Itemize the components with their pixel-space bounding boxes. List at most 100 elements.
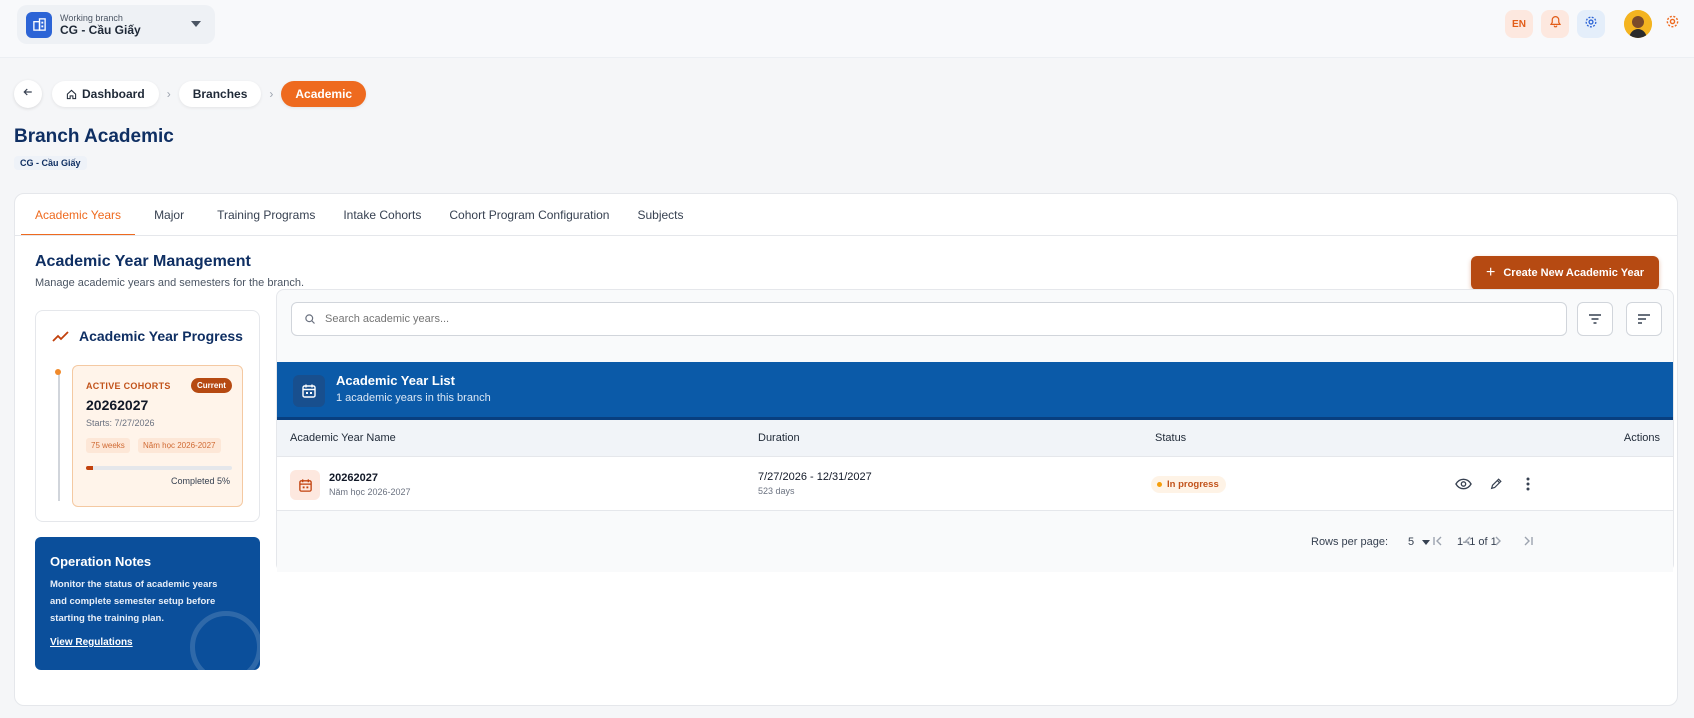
ops-text: Monitor the status of academic years and… (50, 579, 218, 624)
progress-bar (86, 466, 232, 470)
last-page-icon (1522, 535, 1534, 547)
ops-title: Operation Notes (50, 554, 152, 569)
next-page-button[interactable] (1489, 532, 1507, 550)
progress-title: Academic Year Progress (79, 328, 243, 344)
column-header-status[interactable]: Status (1155, 432, 1186, 444)
sort-icon (1637, 313, 1651, 325)
academic-year-name: 20262027 (329, 472, 378, 484)
gear-icon (1665, 14, 1680, 34)
tab-major[interactable]: Major (135, 194, 203, 235)
first-page-icon (1432, 535, 1444, 547)
edit-button[interactable] (1486, 474, 1506, 494)
search-input[interactable] (325, 313, 1525, 325)
table-header: Academic Year Name Duration Status Actio… (277, 420, 1673, 457)
active-cohort-box[interactable]: ACTIVE COHORTS Current 20262027 Starts: … (72, 365, 243, 507)
academic-year-subname: Năm học 2026-2027 (329, 487, 411, 497)
tab-bar: Academic Years Major Training Programs I… (21, 194, 698, 236)
calendar-icon (290, 470, 320, 500)
breadcrumb-dashboard[interactable]: Dashboard (52, 81, 159, 107)
bell-icon (1549, 15, 1562, 33)
pencil-icon (1489, 477, 1503, 491)
section-title: Academic Year Management (35, 253, 251, 270)
pagination: Rows per page: 5 1–1 of 1 (277, 512, 1673, 572)
breadcrumb-label: Dashboard (82, 87, 145, 101)
chevron-left-icon (1462, 535, 1474, 547)
branch-switcher[interactable]: Working branch CG - Cầu Giấy (17, 5, 215, 44)
main-card: Academic Years Major Training Programs I… (14, 193, 1678, 706)
sort-button[interactable] (1626, 302, 1662, 336)
column-header-duration[interactable]: Duration (758, 432, 800, 444)
view-regulations-link[interactable]: View Regulations (50, 637, 133, 648)
search-icon (304, 313, 316, 325)
app-settings-button[interactable] (1658, 10, 1686, 38)
first-page-button[interactable] (1429, 532, 1447, 550)
search-box[interactable] (291, 302, 1567, 336)
chevron-right-icon (1492, 535, 1504, 547)
branch-label: Working branch (60, 12, 123, 23)
section-subtitle: Manage academic years and semesters for … (35, 277, 305, 289)
rows-per-page-select[interactable]: 5 (1408, 536, 1414, 548)
filter-button[interactable] (1577, 302, 1613, 336)
notifications-button[interactable] (1541, 10, 1569, 38)
chevron-down-icon (191, 21, 201, 27)
back-button[interactable] (14, 80, 42, 108)
eye-icon (1454, 478, 1472, 490)
top-bar: Working branch CG - Cầu Giấy EN (0, 0, 1694, 58)
timeline-dot (55, 369, 61, 375)
tab-subjects[interactable]: Subjects (623, 194, 697, 235)
tab-training-programs[interactable]: Training Programs (203, 194, 329, 235)
tab-intake-cohorts[interactable]: Intake Cohorts (329, 194, 435, 235)
create-button-label: Create New Academic Year (1503, 267, 1644, 279)
gear-icon (1584, 15, 1598, 34)
duration-days: 523 days (758, 486, 795, 496)
create-academic-year-button[interactable]: + Create New Academic Year (1471, 256, 1659, 290)
tabs-divider (15, 235, 1677, 236)
rows-per-page-label: Rows per page: (1311, 536, 1389, 548)
more-vertical-icon (1526, 477, 1530, 491)
avatar[interactable] (1624, 10, 1652, 38)
school-year-tag: Năm học 2026-2027 (138, 438, 221, 453)
cohort-start-date: Starts: 7/27/2026 (86, 418, 155, 428)
tab-cohort-program-configuration[interactable]: Cohort Program Configuration (435, 194, 623, 235)
breadcrumb-academic[interactable]: Academic (281, 81, 367, 107)
academic-year-list-panel: Academic Year List 1 academic years in t… (276, 289, 1674, 572)
list-title: Academic Year List (336, 373, 455, 388)
filter-icon (1588, 313, 1602, 325)
current-badge: Current (191, 378, 232, 393)
home-icon (66, 89, 77, 100)
branch-name: CG - Cầu Giấy (60, 22, 141, 37)
chevron-right-icon: › (166, 87, 171, 101)
cohort-label: ACTIVE COHORTS (86, 381, 171, 391)
plus-icon: + (1486, 264, 1496, 281)
more-options-button[interactable] (1518, 474, 1538, 494)
academic-year-progress-card: Academic Year Progress ACTIVE COHORTS Cu… (35, 310, 260, 522)
column-header-name[interactable]: Academic Year Name (290, 432, 396, 444)
status-badge: In progress (1151, 476, 1226, 493)
previous-page-button[interactable] (1459, 532, 1477, 550)
status-dot (1157, 482, 1162, 487)
settings-button[interactable] (1577, 10, 1605, 38)
view-button[interactable] (1453, 474, 1473, 494)
status-label: In progress (1167, 479, 1219, 490)
breadcrumb: Dashboard › Branches › Academic (14, 80, 367, 108)
language-button[interactable]: EN (1505, 10, 1533, 38)
chevron-right-icon: › (269, 87, 274, 101)
table-row[interactable]: 20262027 Năm học 2026-2027 7/27/2026 - 1… (277, 457, 1673, 511)
arrow-left-icon (22, 85, 34, 103)
progress-fill (86, 466, 94, 470)
completed-text: Completed 5% (170, 476, 230, 486)
page-title: Branch Academic (14, 126, 174, 147)
trending-up-icon (52, 330, 70, 348)
cohort-year: 20262027 (86, 397, 149, 413)
list-header: Academic Year List 1 academic years in t… (277, 362, 1673, 420)
tab-academic-years[interactable]: Academic Years (21, 194, 136, 236)
weeks-tag: 75 weeks (86, 438, 130, 453)
last-page-button[interactable] (1519, 532, 1537, 550)
building-icon (26, 11, 52, 38)
calendar-icon (293, 375, 325, 407)
column-header-actions: Actions (1623, 432, 1660, 444)
timeline-line (58, 371, 60, 501)
breadcrumb-branches[interactable]: Branches (178, 81, 262, 107)
list-subtitle: 1 academic years in this branch (336, 392, 491, 404)
duration-range: 7/27/2026 - 12/31/2027 (758, 471, 872, 483)
